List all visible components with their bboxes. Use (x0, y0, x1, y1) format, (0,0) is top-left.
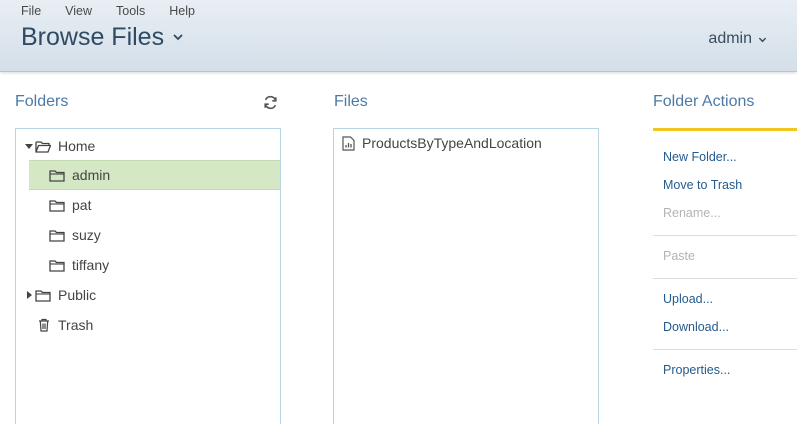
caret-right-icon[interactable] (24, 290, 34, 300)
tree-item-home[interactable]: Home (16, 131, 280, 161)
tree-item-label: pat (72, 197, 92, 213)
tree-item-suzy[interactable]: suzy (16, 220, 280, 250)
chevron-down-icon (758, 37, 767, 42)
page-title: Browse Files (21, 23, 165, 51)
tree-item-pat[interactable]: pat (16, 190, 280, 220)
divider (653, 278, 797, 279)
divider (653, 349, 797, 350)
menu-file[interactable]: File (21, 4, 41, 18)
files-title: Files (334, 93, 368, 110)
tree-item-public[interactable]: Public (16, 280, 280, 310)
folder-open-icon (35, 140, 51, 153)
tree-item-label: Home (58, 138, 96, 154)
file-item-label: ProductsByTypeAndLocation (362, 135, 542, 151)
menu-view[interactable]: View (65, 4, 92, 18)
download-action[interactable]: Download... (663, 320, 729, 334)
tree-item-label: tiffany (72, 257, 110, 273)
user-name: admin (708, 30, 752, 47)
page-title-dropdown[interactable]: Browse Files (21, 22, 184, 52)
new-folder-action[interactable]: New Folder... (663, 150, 737, 164)
tree-item-label: suzy (72, 227, 101, 243)
file-list: ProductsByTypeAndLocation (333, 128, 599, 424)
menu-help[interactable]: Help (169, 4, 195, 18)
paste-action: Paste (663, 249, 695, 263)
refresh-icon[interactable] (262, 94, 279, 111)
tree-item-label: Trash (58, 317, 94, 333)
folder-actions-title: Folder Actions (653, 93, 755, 110)
trash-icon (39, 318, 49, 332)
folder-tree: Home admin pat suzy tiffany Public Trash (15, 128, 281, 424)
folder-icon (49, 259, 65, 272)
file-item[interactable]: ProductsByTypeAndLocation (342, 135, 542, 151)
app-header: File View Tools Help Browse Files admin (0, 0, 797, 72)
upload-action[interactable]: Upload... (663, 292, 713, 306)
divider (653, 235, 797, 236)
actions-accent-bar (653, 128, 797, 131)
rename-action: Rename... (663, 206, 721, 220)
tree-item-admin[interactable]: admin (29, 160, 280, 190)
menu-tools[interactable]: Tools (116, 4, 145, 18)
folder-icon (35, 289, 51, 302)
tree-item-tiffany[interactable]: tiffany (16, 250, 280, 280)
folder-icon (49, 169, 65, 182)
user-menu[interactable]: admin (708, 30, 767, 48)
tree-item-label: admin (72, 167, 111, 183)
chevron-down-icon (173, 34, 183, 41)
menubar: File View Tools Help (21, 4, 219, 18)
properties-action[interactable]: Properties... (663, 363, 730, 377)
tree-item-label: Public (58, 287, 97, 303)
report-file-icon (342, 135, 355, 151)
move-to-trash-action[interactable]: Move to Trash (663, 178, 742, 192)
folder-icon (49, 229, 65, 242)
folders-title: Folders (15, 93, 69, 110)
folder-icon (49, 199, 65, 212)
tree-item-trash[interactable]: Trash (16, 310, 280, 340)
caret-down-icon[interactable] (24, 141, 34, 151)
